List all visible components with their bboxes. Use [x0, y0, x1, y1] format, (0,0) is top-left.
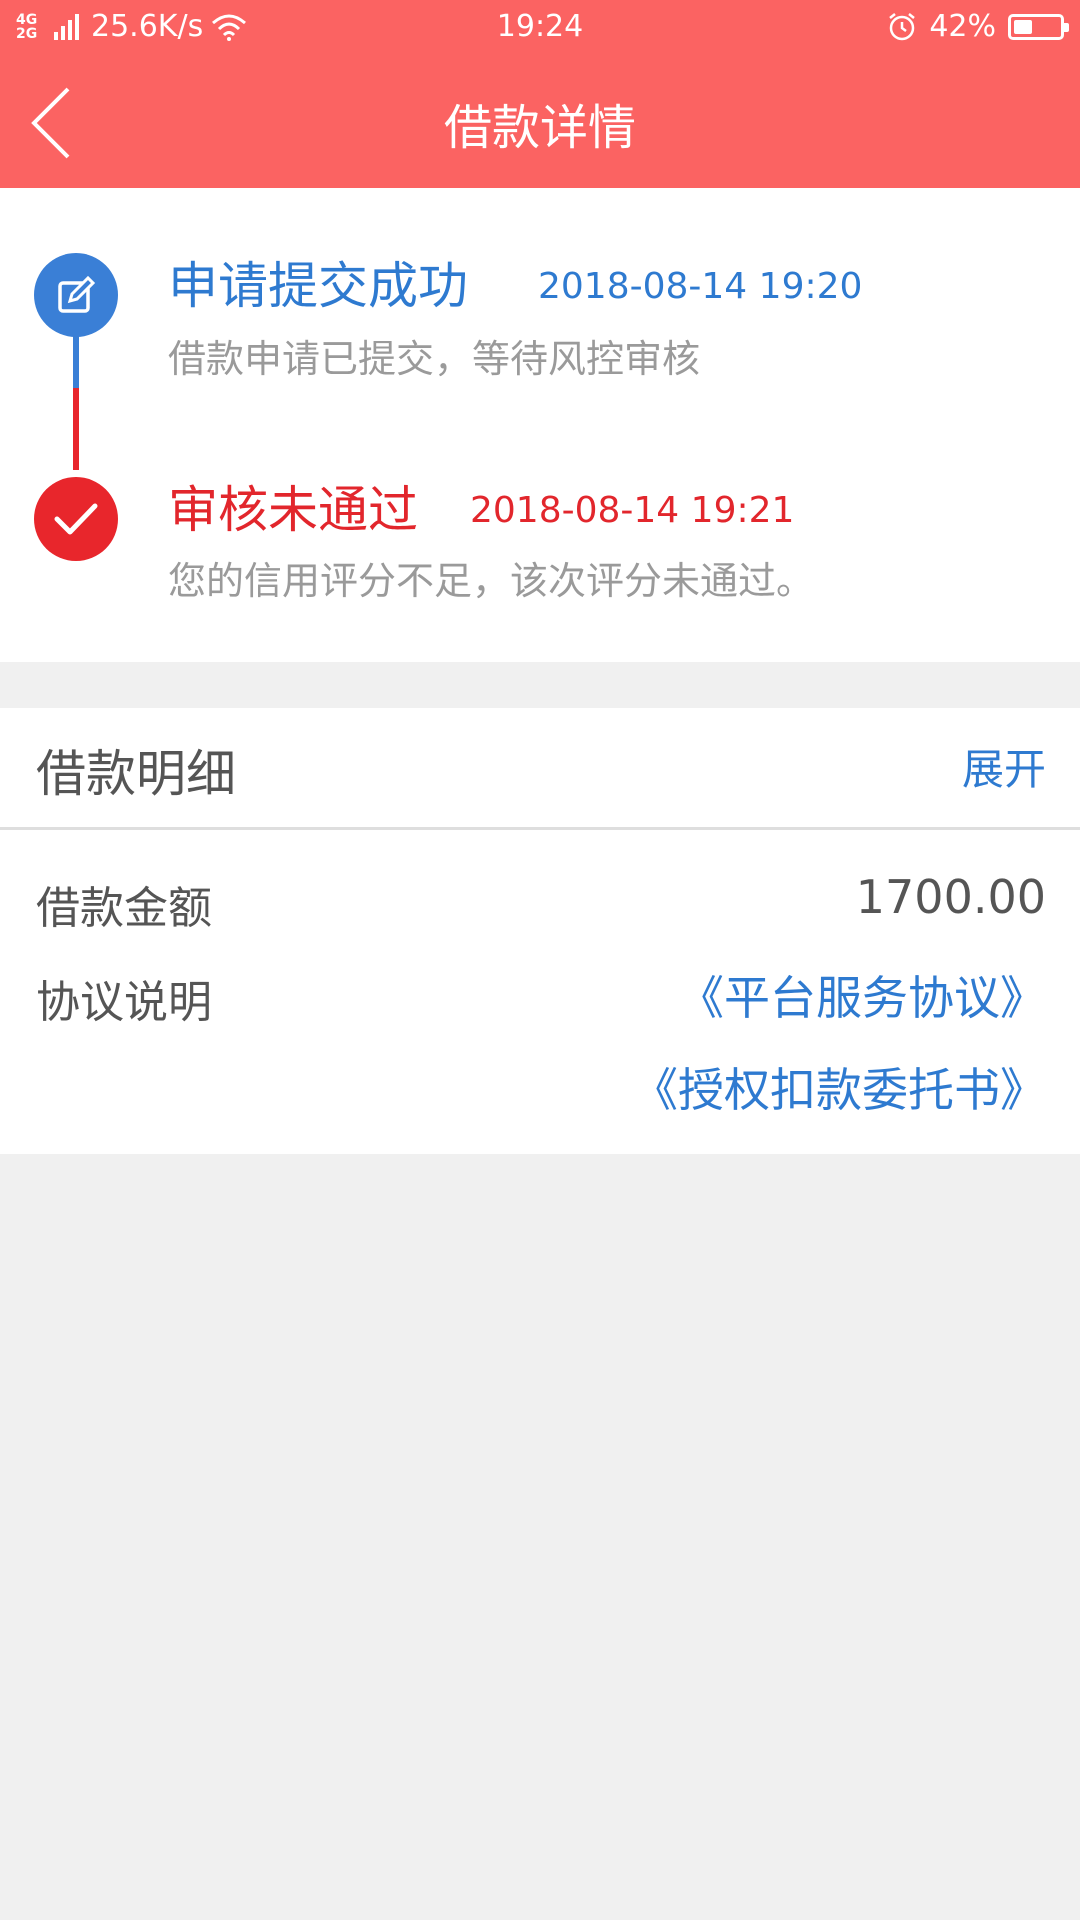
loan-detail-header: 借款明细 展开	[0, 708, 1080, 830]
header-bar: 4G 2G 25.6K/s 19:24 42% 借款详情	[0, 0, 1080, 188]
timeline-step-title: 审核未通过	[168, 481, 418, 539]
agreement-label: 协议说明	[36, 977, 212, 1028]
edit-icon	[58, 275, 96, 313]
timeline-connector-red	[73, 388, 79, 470]
status-right: 42%	[887, 9, 1069, 44]
battery-icon	[1008, 13, 1069, 40]
alarm-icon	[889, 12, 916, 40]
platform-service-agreement-link[interactable]: 《平台服务协议》	[678, 962, 1046, 1028]
battery-percent: 42%	[929, 9, 996, 44]
timeline-step-time: 2018-08-14 19:21	[470, 490, 795, 531]
status-timeline: 申请提交成功 2018-08-14 19:20 借款申请已提交，等待风控审核 审…	[0, 188, 1080, 662]
timeline-step-desc: 您的信用评分不足，该次评分未通过。	[168, 559, 815, 603]
loan-detail-card: 借款明细 展开 借款金额 1700.00 协议说明 《平台服务协议》 《授权扣款…	[0, 708, 1080, 1154]
loan-detail-title: 借款明细	[36, 745, 236, 803]
page-title: 借款详情	[443, 100, 636, 156]
check-icon	[54, 503, 98, 535]
timeline-step-rejected-marker	[34, 477, 118, 561]
timeline-step-title: 申请提交成功	[168, 257, 468, 315]
debit-authorization-link[interactable]: 《授权扣款委托书》	[632, 1054, 1046, 1120]
battery-level	[1014, 19, 1032, 34]
status-bar: 4G 2G 25.6K/s 19:24 42%	[0, 0, 1080, 56]
loan-amount-value: 1700.00	[855, 870, 1046, 924]
timeline-step-time: 2018-08-14 19:20	[538, 266, 863, 307]
expand-button[interactable]: 展开	[962, 736, 1046, 797]
timeline-step-desc: 借款申请已提交，等待风控审核	[168, 337, 701, 381]
timeline-step-submitted-marker	[34, 253, 118, 337]
loan-amount-label: 借款金额	[36, 883, 212, 934]
